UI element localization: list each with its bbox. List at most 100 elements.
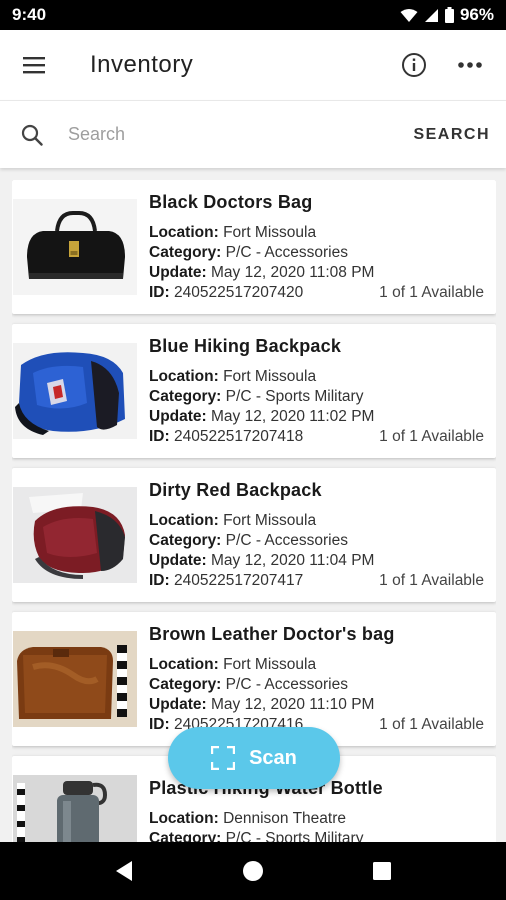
category-value: P/C - Accessories (225, 675, 348, 693)
location-label: Location: (149, 367, 219, 385)
status-time: 9:40 (12, 5, 47, 24)
status-icons: 96% (400, 5, 494, 25)
location-value: Fort Missoula (223, 223, 317, 241)
search-button[interactable]: SEARCH (403, 126, 506, 144)
item-location: Location: Fort Missoula (149, 223, 484, 243)
item-category: Category: P/C - Sports Military (149, 829, 484, 843)
item-info: Brown Leather Doctor's bag Location: For… (137, 624, 496, 735)
item-photo (13, 631, 137, 727)
item-location: Location: Dennison Theatre (149, 809, 484, 829)
category-label: Category: (149, 675, 222, 693)
item-availability: 1 of 1 Available (379, 571, 484, 589)
update-label: Update: (149, 263, 207, 281)
item-name: Black Doctors Bag (149, 191, 313, 212)
item-availability: 1 of 1 Available (379, 715, 484, 733)
item-name: Dirty Red Backpack (149, 479, 322, 500)
status-bar: 9:40 96% (0, 0, 506, 30)
recents-icon[interactable] (372, 861, 392, 881)
location-value: Dennison Theatre (223, 809, 346, 827)
more-options-button[interactable] (442, 30, 498, 100)
item-info: Black Doctors Bag Location: Fort Missoul… (137, 192, 496, 303)
scan-button[interactable]: Scan (168, 727, 340, 789)
location-label: Location: (149, 655, 219, 673)
id-value: 240522517207420 (173, 283, 304, 301)
battery-level: 96% (459, 5, 494, 24)
item-category: Category: P/C - Sports Military (149, 387, 484, 407)
item-id-row: ID: 240522517207417 1 of 1 Available (149, 571, 484, 591)
cell-signal-icon (424, 8, 438, 22)
scan-label: Scan (249, 746, 297, 769)
home-icon[interactable] (241, 859, 265, 883)
item-info: Dirty Red Backpack Location: Fort Missou… (137, 480, 496, 591)
update-value: May 12, 2020 11:02 PM (211, 407, 375, 425)
item-id: ID: 240522517207417 (149, 571, 303, 591)
list-item[interactable]: Dirty Red Backpack Location: Fort Missou… (12, 468, 496, 602)
location-label: Location: (149, 511, 219, 529)
id-label: ID: (149, 283, 170, 301)
item-id: ID: 240522517207420 (149, 283, 303, 303)
item-name: Blue Hiking Backpack (149, 335, 342, 356)
wifi-icon (400, 8, 418, 22)
id-label: ID: (149, 715, 170, 733)
list-item[interactable]: Blue Hiking Backpack Location: Fort Miss… (12, 324, 496, 458)
category-value: P/C - Sports Military (225, 387, 364, 405)
search-input[interactable] (68, 124, 404, 145)
app-bar: Inventory (0, 30, 506, 100)
search-bar: SEARCH (0, 100, 506, 168)
info-button[interactable] (386, 30, 442, 100)
item-photo (13, 199, 137, 295)
menu-button[interactable] (0, 30, 70, 100)
item-update: Update: May 12, 2020 11:08 PM (149, 263, 484, 283)
menu-icon (23, 57, 45, 74)
item-category: Category: P/C - Accessories (149, 531, 484, 551)
id-label: ID: (149, 571, 170, 589)
search-icon-wrap (0, 101, 64, 169)
location-label: Location: (149, 809, 219, 827)
category-value: P/C - Accessories (225, 531, 348, 549)
location-value: Fort Missoula (223, 655, 317, 673)
item-location: Location: Fort Missoula (149, 511, 484, 531)
item-photo (13, 343, 137, 439)
category-value: P/C - Accessories (225, 243, 348, 261)
update-value: May 12, 2020 11:08 PM (211, 263, 375, 281)
item-location: Location: Fort Missoula (149, 655, 484, 675)
location-value: Fort Missoula (223, 367, 317, 385)
item-photo (13, 487, 137, 583)
system-nav-bar (0, 842, 506, 900)
page-title: Inventory (90, 51, 194, 78)
item-id-row: ID: 240522517207418 1 of 1 Available (149, 427, 484, 447)
category-label: Category: (149, 243, 222, 261)
id-value: 240522517207417 (173, 571, 304, 589)
update-label: Update: (149, 695, 207, 713)
item-availability: 1 of 1 Available (379, 283, 484, 301)
update-label: Update: (149, 551, 207, 569)
item-location: Location: Fort Missoula (149, 367, 484, 387)
item-info: Blue Hiking Backpack Location: Fort Miss… (137, 336, 496, 447)
id-value: 240522517207418 (173, 427, 304, 445)
location-value: Fort Missoula (223, 511, 317, 529)
category-label: Category: (149, 387, 222, 405)
location-label: Location: (149, 223, 219, 241)
list-item[interactable]: Brown Leather Doctor's bag Location: For… (12, 612, 496, 746)
item-update: Update: May 12, 2020 11:02 PM (149, 407, 484, 427)
item-update: Update: May 12, 2020 11:04 PM (149, 551, 484, 571)
item-availability: 1 of 1 Available (379, 427, 484, 445)
info-icon (402, 53, 426, 77)
item-category: Category: P/C - Accessories (149, 675, 484, 695)
scan-icon (211, 746, 236, 770)
category-value: P/C - Sports Military (225, 829, 364, 843)
search-icon (21, 124, 43, 146)
update-value: May 12, 2020 11:10 PM (211, 695, 375, 713)
id-label: ID: (149, 427, 170, 445)
item-photo (13, 775, 137, 842)
more-icon (458, 62, 482, 68)
list-item[interactable]: Black Doctors Bag Location: Fort Missoul… (12, 180, 496, 314)
item-name: Brown Leather Doctor's bag (149, 623, 395, 644)
battery-icon (444, 7, 454, 23)
category-label: Category: (149, 829, 222, 843)
category-label: Category: (149, 531, 222, 549)
update-value: May 12, 2020 11:04 PM (211, 551, 375, 569)
back-icon[interactable] (114, 860, 134, 882)
item-update: Update: May 12, 2020 11:10 PM (149, 695, 484, 715)
item-id: ID: 240522517207418 (149, 427, 303, 447)
